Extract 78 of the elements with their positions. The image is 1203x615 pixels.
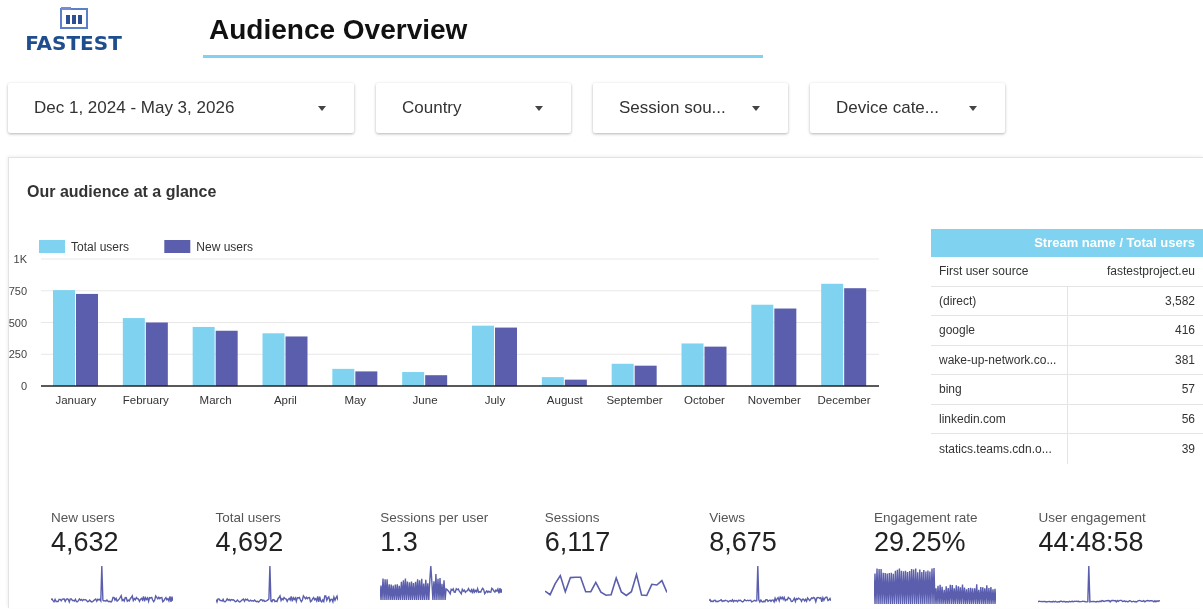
table-cell: google	[931, 316, 1068, 345]
bar	[192, 326, 215, 386]
logo-text: FASTEST	[25, 31, 122, 55]
axis-label: August	[546, 394, 583, 406]
table-cell-text: 416	[1173, 323, 1196, 338]
bar	[634, 365, 657, 386]
legend-swatch-icon	[39, 240, 65, 253]
column-header: First user source	[938, 263, 1030, 281]
bar	[332, 368, 355, 386]
axis-label: January	[55, 394, 97, 406]
bar	[145, 322, 168, 386]
table-title: Stream name / Total users	[931, 229, 1203, 257]
table-cell: (direct)	[931, 286, 1068, 315]
bar	[541, 377, 564, 386]
axis-label: March	[199, 394, 232, 406]
axis-label: November	[747, 394, 801, 406]
table-cell-text: 3,582	[1163, 293, 1196, 308]
bar	[472, 325, 494, 386]
metric-value: 1.3	[380, 526, 418, 558]
metric-value: 4,632	[51, 526, 119, 558]
filter-dropdown[interactable]: Device cate...	[810, 83, 1005, 133]
table-cell: linkedin.com	[931, 404, 1068, 433]
bar	[425, 375, 448, 386]
table-cell-text: 39	[1180, 441, 1196, 456]
bar	[215, 330, 238, 386]
axis-label: 750	[9, 284, 27, 297]
bar	[122, 318, 145, 386]
axis-label: February	[122, 394, 169, 406]
bar	[402, 372, 425, 386]
metric-label: Sessions	[544, 509, 600, 525]
filter-dropdown[interactable]: Session sou...	[593, 83, 788, 133]
bar	[262, 333, 285, 386]
bar	[681, 343, 704, 386]
metric-label: User engagement	[1038, 509, 1146, 525]
bar	[285, 336, 308, 386]
axis-label: April	[273, 394, 297, 406]
metric-value: 4,692	[215, 526, 284, 558]
axis-label: October	[683, 394, 725, 406]
legend-swatch-icon	[164, 240, 191, 253]
caret-icon	[535, 105, 543, 111]
axis-label: July	[484, 394, 506, 406]
axis-label: 500	[9, 316, 27, 329]
table-cell: bing	[931, 375, 1068, 404]
table-cell: wake-up-network.co...	[931, 345, 1068, 374]
legend-label: Total users	[71, 240, 130, 254]
axis-label: 1K	[13, 253, 27, 265]
metric-label: Sessions per user	[380, 509, 489, 525]
filter-dropdown[interactable]: Country	[376, 83, 571, 133]
metric-value: 29.25%	[873, 526, 966, 558]
axis-label: September	[606, 394, 663, 406]
table-cell-text: 381	[1173, 352, 1196, 367]
metric-label: Views	[709, 509, 746, 525]
axis-label: 0	[20, 380, 27, 392]
table-cell: statics.teams.cdn.o...	[931, 434, 1068, 464]
caret-icon	[969, 105, 977, 111]
axis-label: December	[817, 394, 871, 406]
metric-label: Engagement rate	[873, 509, 978, 525]
axis-label: 250	[9, 348, 27, 361]
metric-label: Total users	[215, 509, 281, 525]
filter-dropdown[interactable]: Dec 1, 2024 - May 3, 2026	[8, 83, 354, 133]
caret-icon	[318, 105, 326, 111]
legend-label: New users	[196, 240, 253, 254]
caret-icon	[752, 105, 760, 111]
column-header: fastestproject.eu	[1105, 264, 1196, 279]
page-title: Audience Overview	[209, 14, 469, 46]
panel-title: Our audience at a glance	[26, 182, 218, 202]
bar	[704, 346, 727, 386]
bar	[611, 363, 634, 386]
metric-value: 44:48:58	[1038, 526, 1144, 558]
table-cell-text: 56	[1180, 411, 1196, 426]
axis-label: June	[412, 394, 438, 406]
bar-chart-icon	[58, 6, 89, 30]
metric-value: 6,117	[544, 526, 611, 558]
metric-value: 8,675	[709, 526, 777, 558]
bar	[495, 327, 517, 386]
table-cell-text: 57	[1180, 382, 1196, 397]
metric-label: New users	[51, 509, 115, 525]
axis-label: May	[344, 394, 367, 406]
